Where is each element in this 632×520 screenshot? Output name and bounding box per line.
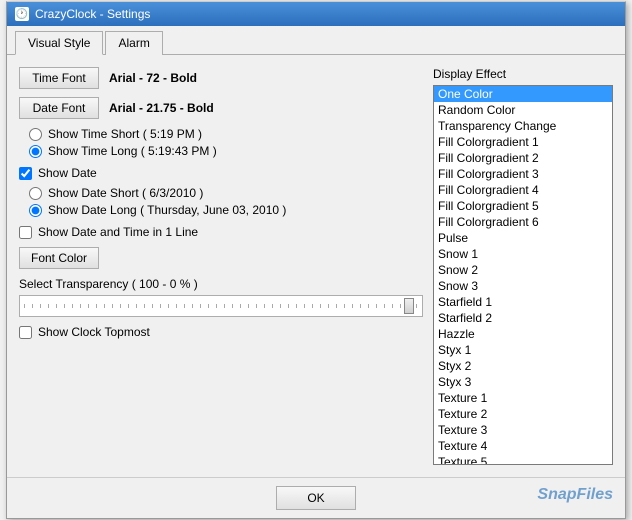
bottom-row: OK [7, 477, 625, 518]
effect-item[interactable]: Fill Colorgradient 2 [434, 150, 612, 166]
show-date-short-label: Show Date Short ( 6/3/2010 ) [48, 186, 203, 200]
show-date-short-radio[interactable]: Show Date Short ( 6/3/2010 ) [29, 186, 423, 200]
show-date-long-label: Show Date Long ( Thursday, June 03, 2010… [48, 203, 286, 217]
main-content: Time Font Arial - 72 - Bold Date Font Ar… [7, 55, 625, 477]
inline-section: Show Date and Time in 1 Line [19, 225, 423, 239]
show-time-long-radio[interactable]: Show Time Long ( 5:19:43 PM ) [29, 144, 423, 158]
window-icon: 🕐 [15, 7, 29, 21]
effect-item[interactable]: Texture 3 [434, 422, 612, 438]
show-time-short-radio[interactable]: Show Time Short ( 5:19 PM ) [29, 127, 423, 141]
effect-item[interactable]: Fill Colorgradient 6 [434, 214, 612, 230]
show-topmost-label: Show Clock Topmost [38, 325, 150, 339]
show-inline-label: Show Date and Time in 1 Line [38, 225, 198, 239]
show-date-long-radio[interactable]: Show Date Long ( Thursday, June 03, 2010… [29, 203, 423, 217]
effect-item[interactable]: Fill Colorgradient 4 [434, 182, 612, 198]
effect-item[interactable]: Snow 1 [434, 246, 612, 262]
show-date-label: Show Date [38, 166, 97, 180]
effect-item[interactable]: Fill Colorgradient 5 [434, 198, 612, 214]
show-time-section: Show Time Short ( 5:19 PM ) Show Time Lo… [19, 127, 423, 158]
show-topmost-checkbox[interactable]: Show Clock Topmost [19, 325, 423, 339]
effect-item[interactable]: Starfield 1 [434, 294, 612, 310]
effect-item[interactable]: Transparency Change [434, 118, 612, 134]
watermark: SnapFiles [537, 486, 613, 504]
effect-item[interactable]: Snow 3 [434, 278, 612, 294]
date-radio-group: Show Date Short ( 6/3/2010 ) Show Date L… [29, 186, 423, 217]
title-bar: 🕐 CrazyClock - Settings [7, 2, 625, 26]
slider-container [19, 295, 423, 317]
window-body: Visual Style Alarm Time Font Arial - 72 … [7, 26, 625, 518]
transparency-label: Select Transparency ( 100 - 0 % ) [19, 277, 423, 291]
show-inline-checkbox[interactable]: Show Date and Time in 1 Line [19, 225, 423, 239]
show-time-long-label: Show Time Long ( 5:19:43 PM ) [48, 144, 217, 158]
effect-item[interactable]: Random Color [434, 102, 612, 118]
effect-item[interactable]: Texture 4 [434, 438, 612, 454]
topmost-section: Show Clock Topmost [19, 325, 423, 339]
settings-window: 🕐 CrazyClock - Settings Visual Style Ala… [6, 1, 626, 519]
right-panel: Display Effect One ColorRandom ColorTran… [433, 67, 613, 465]
font-color-button[interactable]: Font Color [19, 247, 99, 269]
time-radio-group: Show Time Short ( 5:19 PM ) Show Time Lo… [29, 127, 423, 158]
display-effect-label: Display Effect [433, 67, 613, 81]
show-time-short-label: Show Time Short ( 5:19 PM ) [48, 127, 202, 141]
effect-item[interactable]: Styx 2 [434, 358, 612, 374]
effect-item[interactable]: One Color [434, 86, 612, 102]
tabs-row: Visual Style Alarm [7, 26, 625, 55]
tab-visual-style[interactable]: Visual Style [15, 31, 103, 55]
tab-alarm[interactable]: Alarm [105, 31, 162, 55]
effect-item[interactable]: Pulse [434, 230, 612, 246]
effect-item[interactable]: Styx 3 [434, 374, 612, 390]
date-font-row: Date Font Arial - 21.75 - Bold [19, 97, 423, 119]
font-color-row: Font Color [19, 247, 423, 269]
effect-item[interactable]: Texture 1 [434, 390, 612, 406]
show-date-section: Show Date Show Date Short ( 6/3/2010 ) S… [19, 166, 423, 217]
effect-item[interactable]: Snow 2 [434, 262, 612, 278]
effect-item[interactable]: Texture 2 [434, 406, 612, 422]
slider-thumb [404, 298, 414, 314]
date-font-value: Arial - 21.75 - Bold [109, 101, 214, 115]
show-date-checkbox[interactable]: Show Date [19, 166, 423, 180]
effect-item[interactable]: Fill Colorgradient 3 [434, 166, 612, 182]
time-font-row: Time Font Arial - 72 - Bold [19, 67, 423, 89]
effect-list[interactable]: One ColorRandom ColorTransparency Change… [433, 85, 613, 465]
time-font-value: Arial - 72 - Bold [109, 71, 197, 85]
effect-item[interactable]: Starfield 2 [434, 310, 612, 326]
window-title: CrazyClock - Settings [35, 7, 150, 21]
effect-item[interactable]: Texture 5 [434, 454, 612, 465]
time-font-button[interactable]: Time Font [19, 67, 99, 89]
ok-button[interactable]: OK [276, 486, 355, 510]
date-font-button[interactable]: Date Font [19, 97, 99, 119]
transparency-section: Select Transparency ( 100 - 0 % ) [19, 277, 423, 317]
effect-item[interactable]: Hazzle [434, 326, 612, 342]
effect-item[interactable]: Styx 1 [434, 342, 612, 358]
slider-track [24, 304, 418, 308]
effect-item[interactable]: Fill Colorgradient 1 [434, 134, 612, 150]
left-panel: Time Font Arial - 72 - Bold Date Font Ar… [19, 67, 423, 465]
